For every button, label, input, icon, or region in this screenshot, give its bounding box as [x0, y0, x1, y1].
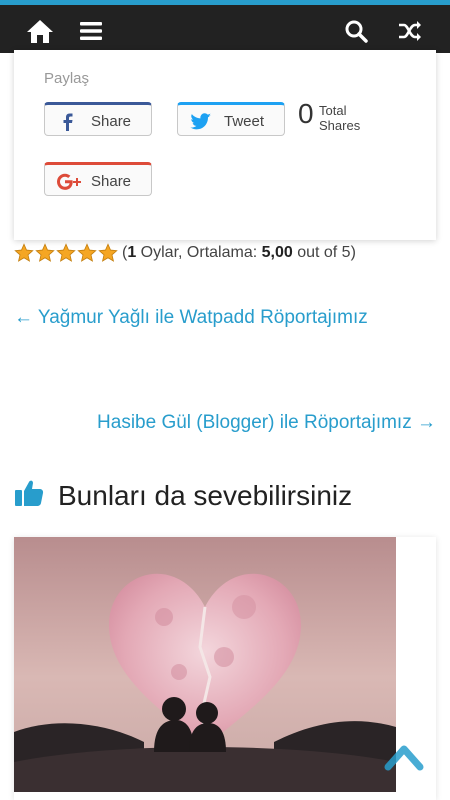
twitter-icon — [190, 112, 212, 132]
star-icon[interactable] — [14, 243, 34, 263]
next-post-link[interactable]: Hasibe Gül (Blogger) ile Röportajımız → — [97, 412, 436, 434]
thumbs-up-icon — [14, 478, 44, 513]
star-icon[interactable] — [77, 243, 97, 263]
scroll-to-top-chevron-up-icon[interactable] — [384, 741, 424, 771]
rating-suffix: out of 5) — [292, 244, 356, 261]
post-rating: (1 Oylar, Ortalama: 5,00 out of 5) — [14, 242, 356, 264]
star-icon[interactable] — [98, 243, 118, 263]
related-post-image[interactable] — [14, 537, 396, 792]
share-title: Paylaş — [44, 70, 90, 87]
home-icon[interactable] — [22, 13, 58, 49]
rating-summary: (1 Oylar, Ortalama: 5,00 out of 5) — [122, 244, 356, 262]
previous-post-link[interactable]: ← Yağmur Yağlı ile Watpadd Röportajımız — [14, 307, 368, 329]
facebook-share-button[interactable]: Share — [44, 102, 152, 136]
google-plus-share-button[interactable]: Share — [44, 162, 152, 196]
rating-stars[interactable] — [14, 243, 119, 263]
related-posts-heading: Bunları da sevebilirsiniz — [14, 478, 352, 513]
share-box: Paylaş Share Tweet 0 Total Shares Share — [14, 50, 436, 240]
star-icon[interactable] — [35, 243, 55, 263]
twitter-tweet-label: Tweet — [224, 113, 265, 130]
facebook-share-label: Share — [91, 113, 132, 130]
hamburger-menu-icon[interactable] — [73, 13, 109, 49]
total-shares-count: 0 — [298, 98, 314, 129]
vote-count: 1 — [127, 244, 137, 261]
total-shares-label: Total Shares — [319, 103, 360, 133]
shuffle-icon[interactable] — [392, 13, 428, 49]
google-plus-icon — [57, 172, 83, 192]
votes-text: Oylar, Ortalama: — [136, 244, 262, 261]
top-navbar — [0, 0, 450, 53]
search-icon[interactable] — [338, 13, 374, 49]
facebook-icon — [57, 112, 79, 132]
related-posts-title: Bunları da sevebilirsiniz — [58, 479, 353, 511]
rating-average: 5,00 — [261, 244, 293, 261]
shares-label: Shares — [319, 118, 361, 133]
star-icon[interactable] — [56, 243, 76, 263]
twitter-tweet-button[interactable]: Tweet — [177, 102, 285, 136]
google-plus-share-label: Share — [91, 173, 132, 190]
total-label: Total — [319, 103, 347, 118]
